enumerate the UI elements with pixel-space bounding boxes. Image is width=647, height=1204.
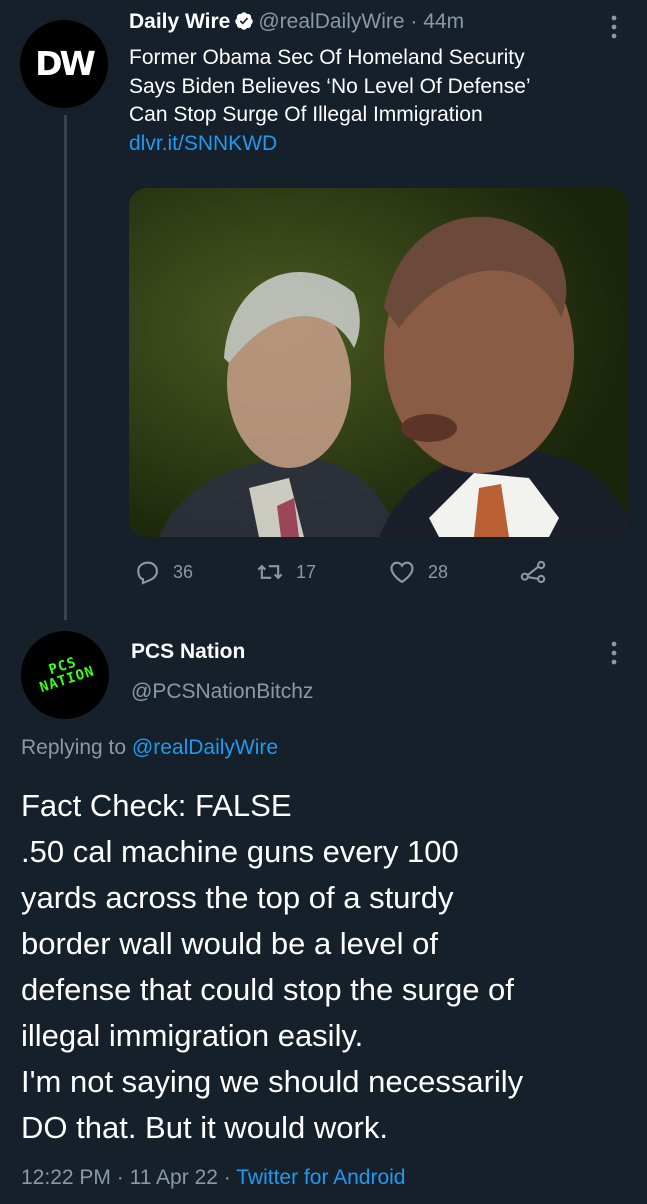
thread-connector-line (64, 115, 67, 620)
tweet-text-line: DO that. But it would work. (21, 1110, 388, 1145)
share-icon (520, 560, 546, 584)
like-button[interactable]: 28 (388, 556, 448, 588)
tweet-media-photo[interactable] (129, 188, 628, 537)
tweet-text-line: I'm not saying we should necessarily (21, 1064, 524, 1099)
retweet-count: 17 (296, 561, 317, 582)
tweet-text-line: yards across the top of a sturdy (21, 880, 454, 915)
tweet-text-line: Fact Check: FALSE (21, 788, 292, 823)
reply-icon (137, 561, 158, 585)
tweet-text-line: defense that could stop the surge of (21, 972, 514, 1007)
tweet-text-line: border wall would be a level of (21, 926, 439, 961)
author-handle[interactable]: @PCSNationBitchz (131, 680, 313, 704)
retweet-icon (257, 564, 283, 580)
photo-illustration (129, 188, 628, 537)
verified-badge-icon (234, 11, 254, 37)
replying-to-prefix: Replying to (21, 736, 132, 759)
share-button[interactable] (519, 556, 559, 588)
reply-button[interactable]: 36 (133, 556, 193, 588)
pcs-nation-avatar[interactable]: PCS NATION (21, 631, 109, 719)
author-handle[interactable]: @realDailyWire (258, 10, 404, 33)
retweet-button[interactable]: 17 (256, 556, 316, 588)
more-icon[interactable] (601, 14, 627, 44)
author-name[interactable]: PCS Nation (131, 640, 245, 664)
tweet-text-line: .50 cal machine guns every 100 (21, 834, 459, 869)
tweet-text-line: Says Biden Believes ‘No Level Of Defense… (129, 74, 531, 98)
tweet-text-line: Can Stop Surge Of Illegal Immigration (129, 103, 483, 126)
replying-to: Replying to @realDailyWire (21, 736, 278, 760)
meta-separator: · (116, 1166, 124, 1189)
meta-separator: · (223, 1166, 231, 1189)
like-count: 28 (428, 561, 449, 582)
avatar-logo-text: DW (35, 44, 96, 83)
tweet-metadata: 12:22 PM · 11 Apr 22 · Twitter for Andro… (21, 1166, 406, 1190)
tweet1-header: Daily Wire @realDailyWire · 44m (129, 10, 464, 37)
tweet-time[interactable]: 44m (423, 10, 464, 33)
tweet1-text: Former Obama Sec Of Homeland Security Sa… (129, 44, 619, 158)
tweet1-actions: 36 17 28 (129, 556, 589, 588)
more-icon[interactable] (601, 640, 627, 670)
reply-count: 36 (173, 561, 194, 582)
tweet-client[interactable]: Twitter for Android (236, 1166, 405, 1189)
tweet2-text: Fact Check: FALSE .50 cal machine guns e… (21, 783, 631, 1151)
tweet-date[interactable]: 11 Apr 22 (130, 1166, 218, 1189)
author-name[interactable]: Daily Wire (129, 10, 230, 33)
tweet-text-line: illegal immigration easily. (21, 1018, 364, 1053)
header-separator: · (410, 10, 418, 33)
replying-to-handle[interactable]: @realDailyWire (132, 736, 278, 759)
tweet-text-line: Former Obama Sec Of Homeland Security (129, 46, 525, 69)
tweet-link[interactable]: dlvr.it/SNNKWD (129, 130, 619, 159)
tweet-time[interactable]: 12:22 PM (21, 1166, 111, 1189)
like-icon (390, 561, 414, 584)
avatar-logo: PCS NATION (23, 647, 108, 698)
daily-wire-avatar[interactable]: DW (20, 20, 108, 108)
